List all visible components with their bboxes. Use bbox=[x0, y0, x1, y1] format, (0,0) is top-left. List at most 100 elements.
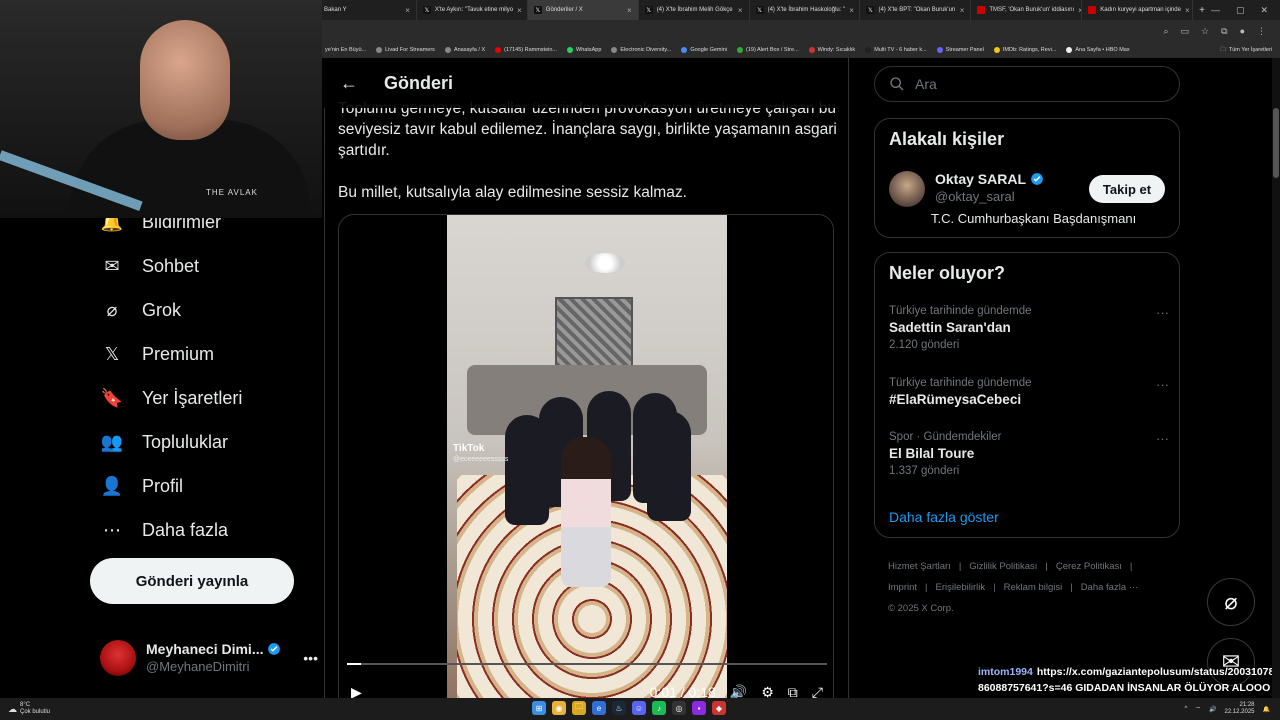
more-options-icon[interactable]: ••• bbox=[303, 650, 318, 666]
browser-tab[interactable]: Kadın kuryeyi apartman içinde × bbox=[1082, 0, 1194, 20]
all-bookmarks-folder[interactable]: 🗀 Tüm Yer İşaretleri bbox=[1220, 46, 1280, 55]
bookmark-item[interactable]: Ana Sayfa • HBO Max bbox=[1066, 47, 1130, 53]
footer-link[interactable]: Çerez Politikası bbox=[1056, 561, 1122, 572]
browser-tab-active[interactable]: 𝕏 Gönderiler / X × bbox=[527, 0, 639, 20]
trend-item[interactable]: Spor · Gündemdekiler El Bilal Toure 1.33… bbox=[889, 431, 1169, 477]
side-navigation: 🔔 Bildirimler ✉ Sohbet ⌀ Grok 𝕏 Premium 🔖 Yer… bbox=[88, 200, 318, 552]
nav-item-premium[interactable]: 𝕏 Premium bbox=[88, 332, 318, 376]
bookmark-item[interactable]: WhatsApp bbox=[567, 47, 601, 53]
tiktok-username: @eceeeeeesssss bbox=[453, 456, 509, 463]
bookmark-label: (17145) Rammstein... bbox=[504, 47, 558, 53]
nav-label: Profil bbox=[142, 475, 184, 496]
star-icon[interactable]: ☆ bbox=[1201, 26, 1209, 37]
footer-link[interactable]: Erişilebilirlik bbox=[936, 582, 986, 593]
bookmark-item[interactable]: ye'nin En Büyü... bbox=[325, 47, 366, 53]
bookmark-item[interactable]: (17145) Rammstein... bbox=[495, 47, 557, 53]
obs-icon[interactable]: ◎ bbox=[672, 701, 686, 715]
bookmark-item[interactable]: Anasayfa / X bbox=[444, 47, 485, 53]
nav-item-grok[interactable]: ⌀ Grok bbox=[88, 288, 318, 332]
bookmark-item[interactable]: Livad For Streamers bbox=[376, 47, 435, 53]
maximize-icon[interactable]: ▢ bbox=[1236, 5, 1245, 16]
close-icon[interactable]: × bbox=[738, 6, 743, 15]
browser-tab[interactable]: 𝕏 (4) X'te BPT: "Okan Buruk'un × bbox=[860, 0, 972, 20]
minimize-icon[interactable]: — bbox=[1211, 5, 1220, 16]
chrome-icon[interactable]: ◉ bbox=[552, 701, 566, 715]
search-input[interactable]: Ara bbox=[874, 66, 1180, 102]
page-scrollbar[interactable] bbox=[1272, 58, 1280, 698]
close-icon[interactable]: × bbox=[405, 6, 410, 15]
nav-item-profile[interactable]: 👤 Profil bbox=[88, 464, 318, 508]
notification-icon[interactable]: 🔔 bbox=[1263, 706, 1270, 713]
volume-icon[interactable]: 🔊 bbox=[730, 684, 747, 699]
start-icon[interactable]: ⊞ bbox=[532, 701, 546, 715]
chevron-up-icon[interactable]: ^ bbox=[1185, 706, 1188, 712]
bookmark-item[interactable]: (19) Alert Box / Stre... bbox=[737, 47, 799, 53]
close-icon[interactable]: × bbox=[627, 6, 632, 15]
video-player[interactable]: TikTok @eceeeeeesssss ▶ 0:01 / 0:18 🔊 ⚙ … bbox=[338, 214, 834, 698]
grok-icon: ⌀ bbox=[1224, 589, 1238, 614]
scrollbar-thumb[interactable] bbox=[1273, 108, 1279, 178]
new-tab-button[interactable]: + bbox=[1193, 5, 1211, 16]
weather-widget[interactable]: ☁ 8°C Çok bulutlu bbox=[0, 702, 50, 716]
nav-item-more[interactable]: ⋯ Daha fazla bbox=[88, 508, 318, 552]
footer-link[interactable]: Imprint bbox=[888, 582, 917, 593]
footer-link[interactable]: Reklam bilgisi bbox=[1004, 582, 1063, 593]
network-icon[interactable]: ⌔ bbox=[1195, 705, 1201, 713]
cast-icon[interactable]: ▭ bbox=[1181, 26, 1190, 37]
bookmark-item[interactable]: Streamer Panel bbox=[936, 47, 984, 53]
extensions-icon[interactable]: ⧉ bbox=[1221, 26, 1227, 37]
account-switcher[interactable]: Meyhaneci Dimi... @MeyhaneDimitri ••• bbox=[100, 636, 318, 680]
footer-link[interactable]: Daha fazla ··· bbox=[1081, 582, 1139, 593]
spotify-icon[interactable]: ♪ bbox=[652, 701, 666, 715]
edge-icon[interactable]: e bbox=[592, 701, 606, 715]
post-button[interactable]: Gönderi yayınla bbox=[90, 558, 294, 604]
browser-tab[interactable]: 𝕏 (4) X'te İbrahim Melih Gökçe × bbox=[639, 0, 750, 20]
more-options-icon[interactable]: ··· bbox=[1156, 431, 1169, 446]
footer-link[interactable]: Gizlilik Politikası bbox=[969, 561, 1037, 572]
follow-button[interactable]: Takip et bbox=[1089, 175, 1165, 203]
close-icon[interactable]: × bbox=[849, 6, 854, 15]
settings-gear-icon[interactable]: ⚙ bbox=[761, 684, 774, 699]
browser-tab[interactable]: TMSF, 'Okan Buruk'un' iddiasını× bbox=[971, 0, 1083, 20]
close-icon[interactable]: × bbox=[1185, 6, 1190, 15]
trend-item[interactable]: Türkiye tarihinde gündemde Sadettin Sara… bbox=[889, 305, 1169, 351]
nav-item-communities[interactable]: 👥 Topluluklar bbox=[88, 420, 318, 464]
app-icon[interactable]: ◆ bbox=[712, 701, 726, 715]
tab-label: TMSF, 'Okan Buruk'un' iddiasını bbox=[989, 7, 1075, 13]
profile-avatar-icon[interactable]: ● bbox=[1240, 26, 1245, 36]
clock[interactable]: 21:28 22.12.2025 bbox=[1224, 702, 1254, 716]
close-icon[interactable]: × bbox=[517, 6, 522, 15]
file-explorer-icon[interactable]: 🗀 bbox=[572, 701, 586, 715]
page-header: ← Gönderi bbox=[324, 58, 848, 108]
bookmark-item[interactable]: Electronic Diversity... bbox=[611, 47, 671, 53]
discord-icon[interactable]: ☺ bbox=[632, 701, 646, 715]
fullscreen-icon[interactable]: ⤢ bbox=[812, 684, 823, 699]
browser-tab[interactable]: 𝕏 X'te Aykırı: "Tavuk etine milyo × bbox=[417, 0, 528, 20]
bookmark-item[interactable]: Multi TV - 6 haber k... bbox=[865, 47, 927, 53]
more-options-icon[interactable]: ··· bbox=[1156, 377, 1169, 392]
close-icon[interactable]: × bbox=[960, 6, 965, 15]
zoom-icon[interactable]: ⌕ bbox=[1163, 26, 1168, 37]
browser-tab[interactable]: 𝕏 (4) X'te İbrahim Haskoloğlu: " × bbox=[750, 0, 861, 20]
grok-button[interactable]: ⌀ bbox=[1207, 578, 1255, 626]
close-window-icon[interactable]: ✕ bbox=[1261, 5, 1269, 16]
more-options-icon[interactable]: ··· bbox=[1156, 305, 1169, 320]
nav-item-chat[interactable]: ✉ Sohbet bbox=[88, 244, 318, 288]
app-icon[interactable]: ▪ bbox=[692, 701, 706, 715]
show-more-link[interactable]: Daha fazla göster bbox=[889, 509, 999, 525]
bookmark-item[interactable]: Google Gemini bbox=[681, 47, 727, 53]
back-arrow-icon[interactable]: ← bbox=[340, 73, 358, 94]
browser-menu-icon[interactable]: ⋮ bbox=[1257, 26, 1266, 37]
nav-item-bookmarks[interactable]: 🔖 Yer İşaretleri bbox=[88, 376, 318, 420]
related-person[interactable]: Oktay SARAL @oktay_saral bbox=[889, 171, 1044, 207]
video-progress-bar[interactable] bbox=[347, 663, 827, 665]
bookmark-item[interactable]: IMDb: Ratings, Revi... bbox=[993, 47, 1056, 53]
picture-in-picture-icon[interactable]: ⧉ bbox=[788, 684, 798, 699]
play-icon[interactable]: ▶ bbox=[351, 684, 362, 699]
steam-icon[interactable]: ♨ bbox=[612, 701, 626, 715]
speaker-icon[interactable]: 🔊 bbox=[1209, 706, 1216, 713]
footer-link[interactable]: Hizmet Şartları bbox=[888, 561, 951, 572]
browser-tab[interactable]: 𝕏Bakan Y× bbox=[306, 0, 417, 20]
trend-item[interactable]: Türkiye tarihinde gündemde #ElaRümeysaCe… bbox=[889, 377, 1169, 407]
bookmark-item[interactable]: Windy: Sıcaklık bbox=[808, 47, 855, 53]
